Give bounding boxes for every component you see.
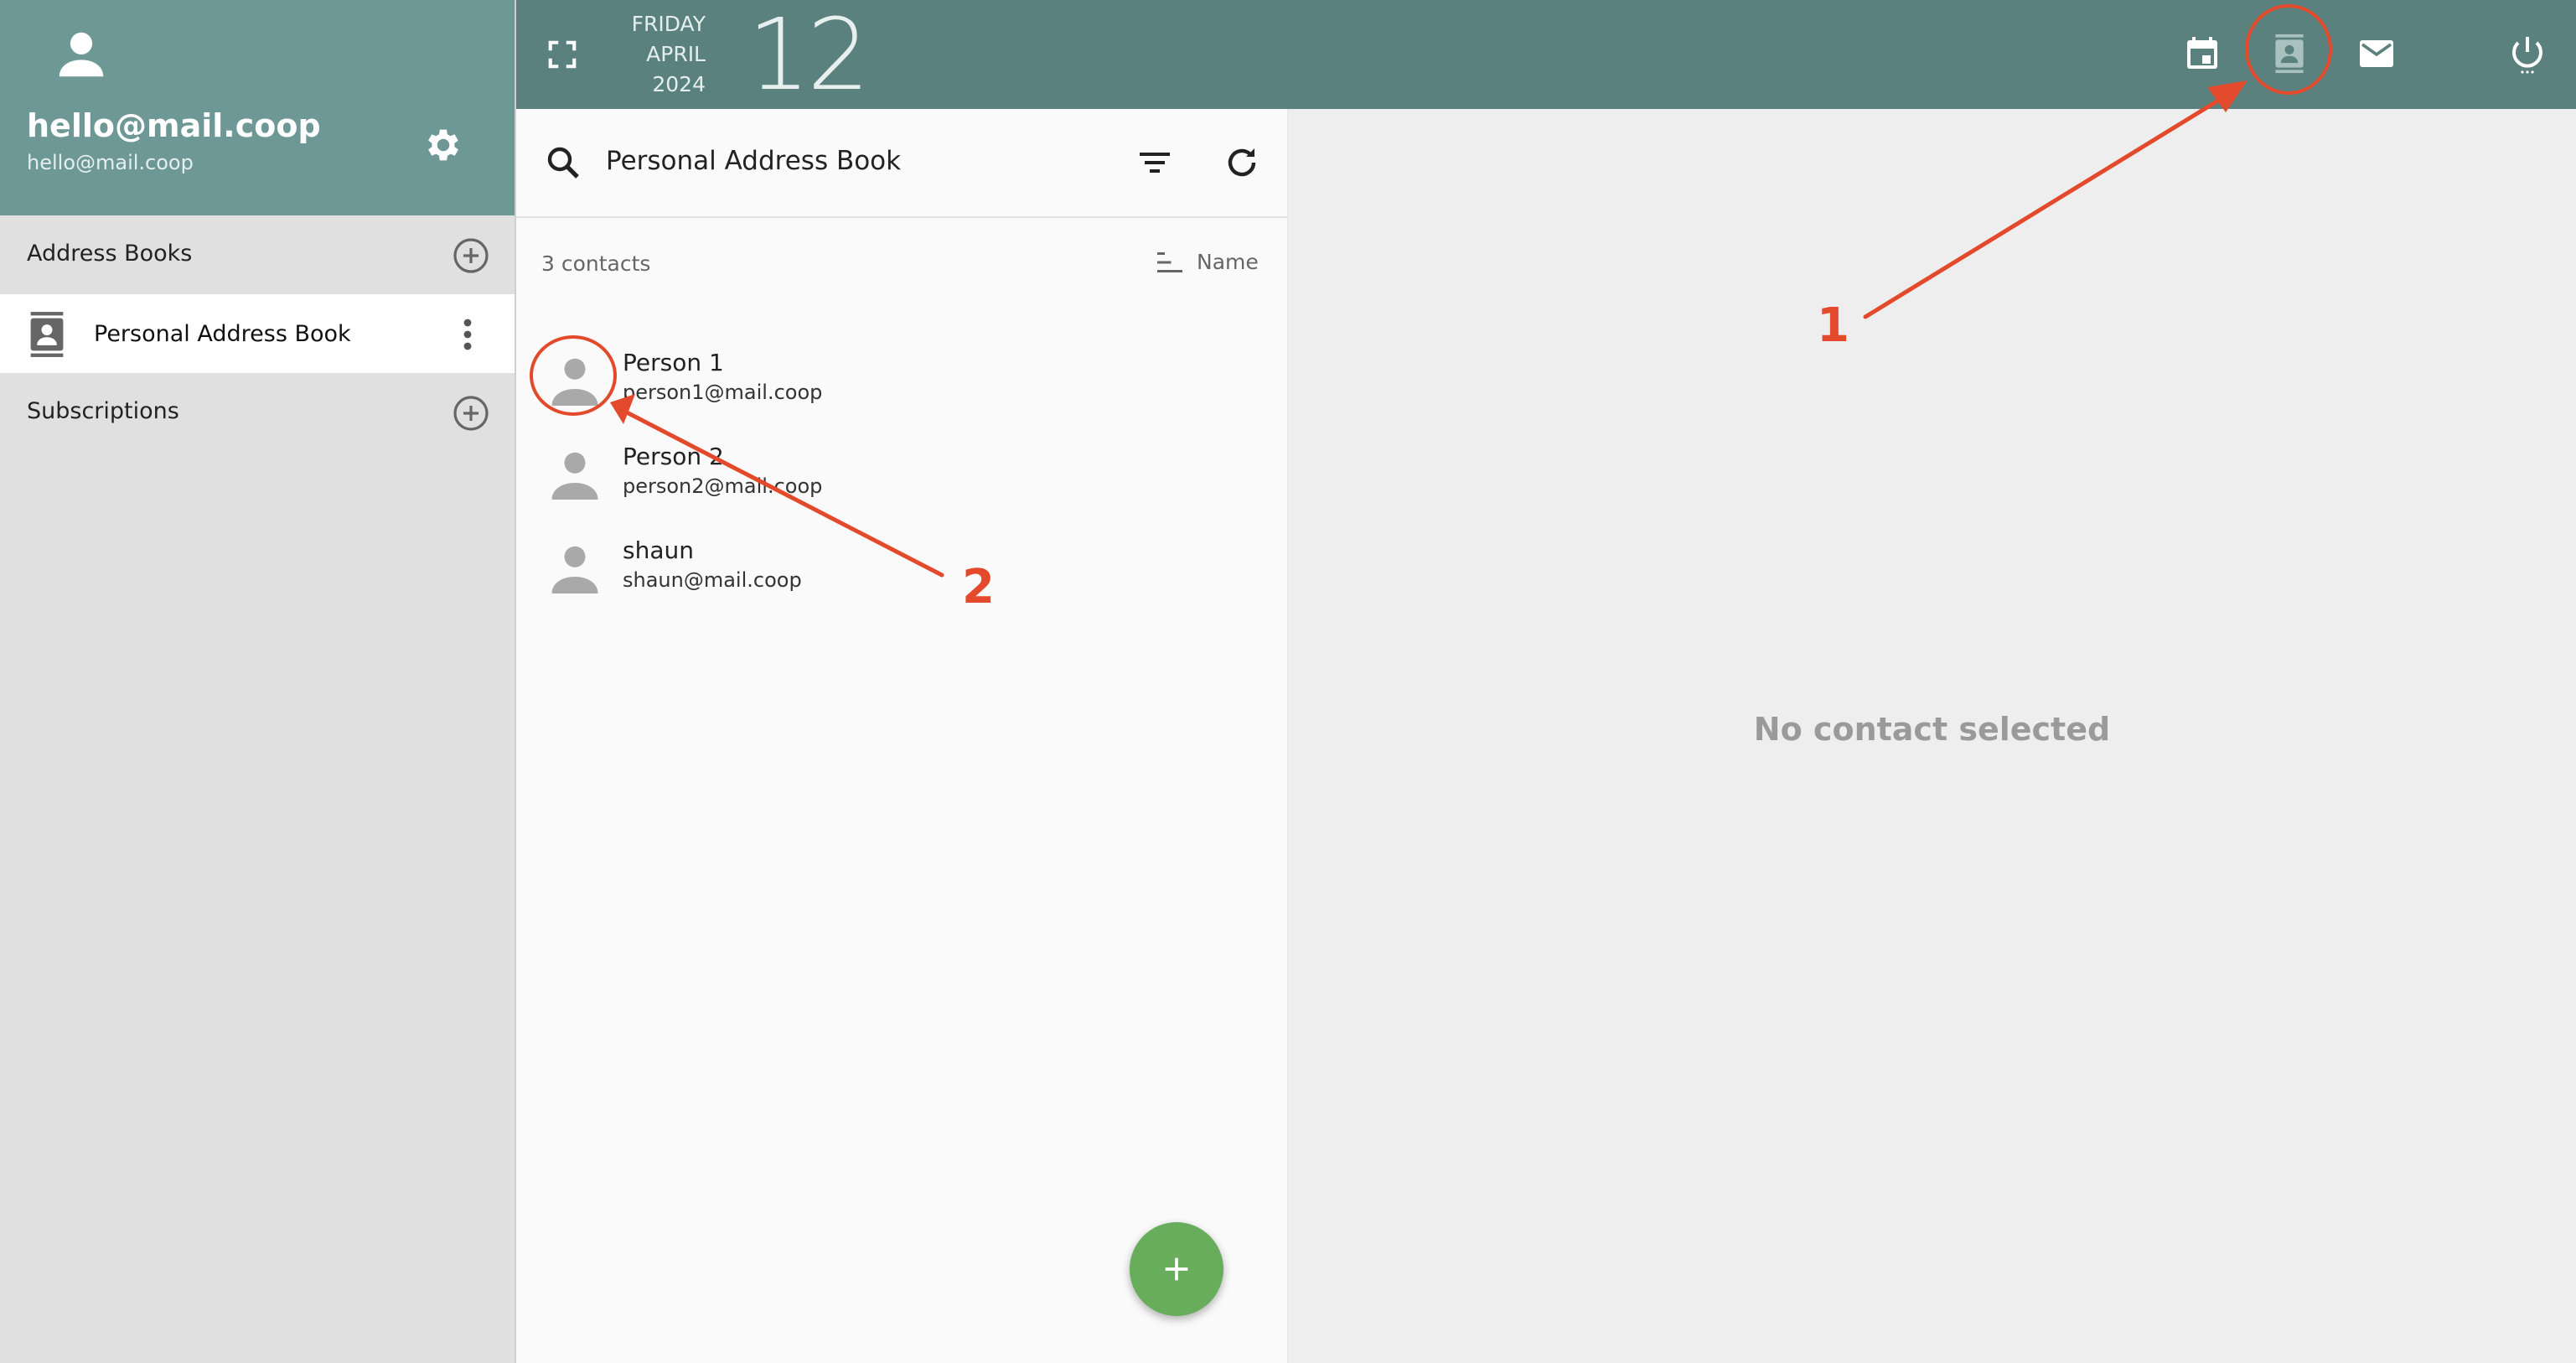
more-options-icon[interactable] (451, 313, 484, 356)
top-bar: FRIDAY APRIL 2024 12 (516, 0, 2576, 109)
sidebar-item-personal-address-book[interactable]: Personal Address Book (0, 294, 515, 373)
contact-name: Person 2 (623, 443, 724, 470)
contact-list-pane: Personal Address Book 3 contacts Name Pe… (516, 109, 1288, 1363)
contact-name: shaun (623, 536, 694, 564)
contacts-icon[interactable] (2269, 34, 2310, 74)
settings-gear-icon[interactable] (422, 124, 464, 166)
account-header: hello@mail.coop hello@mail.coop (0, 0, 515, 215)
contact-avatar-icon (550, 540, 600, 597)
address-book-title: Personal Address Book (606, 146, 902, 176)
contact-row[interactable]: Person 2 person2@mail.coop (516, 433, 1287, 526)
fullscreen-icon[interactable] (546, 39, 578, 70)
contact-email: person1@mail.coop (623, 381, 823, 404)
search-icon[interactable] (543, 143, 583, 183)
add-subscription-icon[interactable] (451, 393, 491, 433)
empty-state-message: No contact selected (1753, 711, 2111, 748)
account-email: hello@mail.coop (27, 151, 194, 174)
sort-icon (1155, 250, 1185, 275)
date-day-number: 12 (747, 0, 870, 112)
address-book-icon (25, 311, 69, 358)
search-bar: Personal Address Book (516, 109, 1287, 218)
contact-row[interactable]: shaun shaun@mail.coop (516, 526, 1287, 620)
address-books-label: Address Books (27, 241, 193, 267)
contact-email: shaun@mail.coop (623, 568, 802, 592)
contact-count: 3 contacts (541, 251, 651, 276)
plus-icon (1165, 1257, 1188, 1281)
address-books-section: Address Books (0, 215, 515, 294)
contact-row[interactable]: Person 1 person1@mail.coop (516, 339, 1287, 433)
user-avatar-icon (52, 25, 111, 84)
account-name: hello@mail.coop (27, 107, 321, 144)
contact-name: Person 1 (623, 349, 724, 376)
date-year: 2024 (652, 72, 706, 96)
add-address-book-icon[interactable] (451, 236, 491, 276)
sort-label: Name (1197, 250, 1259, 274)
sidebar: hello@mail.coop hello@mail.coop Address … (0, 0, 516, 1363)
date-weekday: FRIDAY (631, 12, 706, 36)
subscriptions-label: Subscriptions (27, 398, 179, 424)
contact-detail-pane: No contact selected (1288, 109, 2576, 1363)
date-month: APRIL (646, 42, 706, 66)
address-book-label: Personal Address Book (94, 321, 351, 347)
contact-avatar-icon (550, 446, 600, 503)
calendar-icon[interactable] (2182, 34, 2222, 74)
contact-email: person2@mail.coop (623, 474, 823, 498)
refresh-icon[interactable] (1222, 143, 1262, 183)
subscriptions-section: Subscriptions (0, 373, 515, 452)
power-icon[interactable] (2507, 34, 2548, 74)
mail-icon[interactable] (2356, 34, 2397, 74)
contact-avatar-icon (550, 352, 600, 409)
add-contact-button[interactable] (1130, 1222, 1223, 1316)
filter-list-icon[interactable] (1135, 143, 1175, 183)
